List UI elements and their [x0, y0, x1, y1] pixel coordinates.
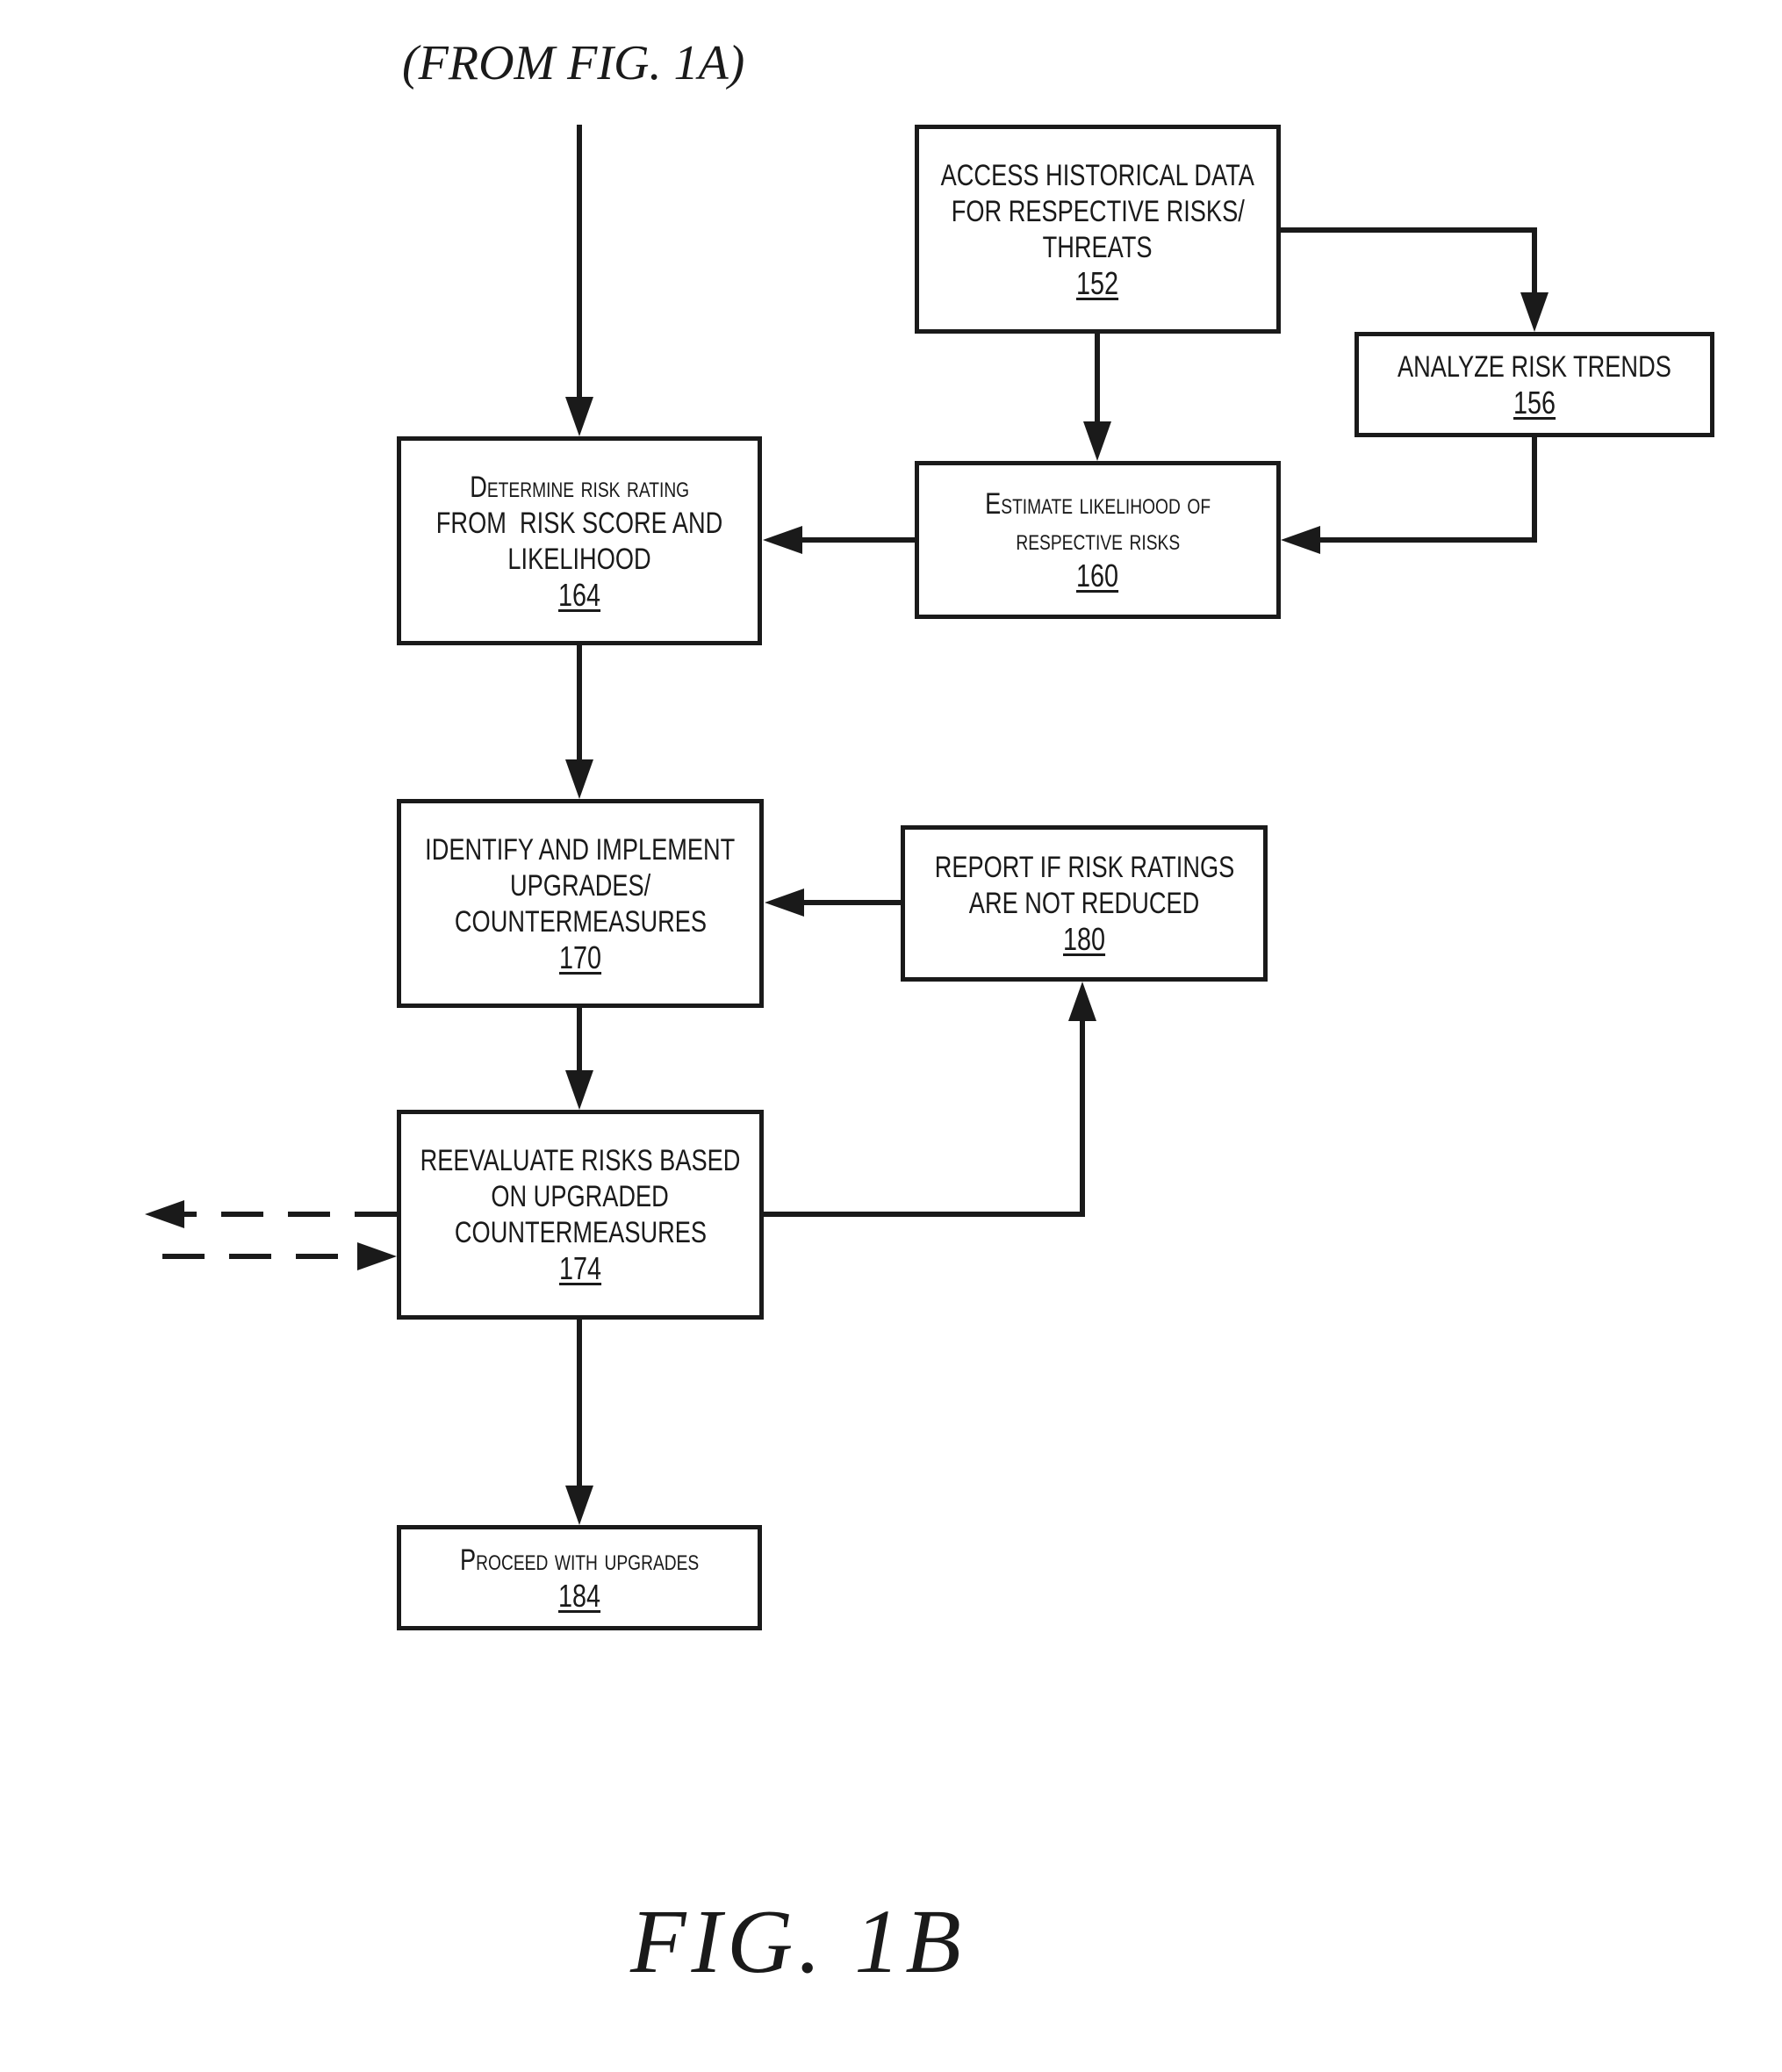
- arrowhead-into-170: [565, 759, 593, 799]
- step-text: IDENTIFY AND IMPLEMENT: [425, 832, 736, 867]
- arrowhead-into-170-from-180: [765, 889, 804, 917]
- step-text: THREATS: [1043, 230, 1153, 264]
- step-152-access-historical-data: ACCESS HISTORICAL DATA FOR RESPECTIVE RI…: [915, 125, 1281, 334]
- step-text: FOR RESPECTIVE RISKS/: [951, 194, 1245, 228]
- step-180-report-risk-ratings: REPORT IF RISK RATINGS ARE NOT REDUCED 1…: [901, 825, 1268, 982]
- step-text: ANALYZE RISK TRENDS: [1398, 349, 1671, 384]
- step-text: Estimate likelihood of: [985, 487, 1211, 521]
- step-156-analyze-risk-trends: ANALYZE RISK TRENDS 156: [1354, 332, 1714, 437]
- arrowhead-into-156: [1520, 292, 1548, 332]
- step-ref-number: 170: [558, 939, 602, 975]
- arrow-156-to-160: [1320, 437, 1537, 543]
- arrowhead-into-174: [565, 1070, 593, 1110]
- step-text: REPORT IF RISK RATINGS: [934, 851, 1234, 884]
- step-170-identify-implement-upgrades: IDENTIFY AND IMPLEMENT UPGRADES/ COUNTER…: [397, 799, 764, 1008]
- arrowhead-into-160: [1083, 421, 1111, 461]
- step-160-estimate-likelihood: Estimate likelihood of respective risks …: [915, 461, 1281, 619]
- arrowhead-dashed-out: [145, 1200, 184, 1228]
- arrowhead-into-180: [1068, 982, 1096, 1021]
- step-text: REEVALUATE RISKS BASED: [420, 1144, 741, 1177]
- step-174-reevaluate-risks: REEVALUATE RISKS BASED ON UPGRADED COUNT…: [397, 1110, 764, 1320]
- step-text: COUNTERMEASURES: [454, 904, 707, 939]
- step-text: ARE NOT REDUCED: [968, 887, 1200, 920]
- step-text: from risk score and: [435, 506, 723, 540]
- step-ref-number: 184: [557, 1577, 601, 1614]
- step-text: ON UPGRADED: [491, 1180, 670, 1213]
- step-text: respective risks: [1016, 523, 1180, 557]
- step-ref-number: 174: [558, 1250, 602, 1286]
- step-text: COUNTERMEASURES: [454, 1216, 707, 1249]
- step-text: Determine risk rating: [470, 470, 689, 504]
- step-text: likelihood: [507, 542, 651, 576]
- arrow-174-to-180: [764, 1021, 1085, 1217]
- step-text: UPGRADES/: [509, 868, 651, 903]
- step-184-proceed-with-upgrades: Proceed with upgrades 184: [397, 1525, 762, 1630]
- figure-title: FIG. 1B: [630, 1891, 966, 1992]
- arrowhead-into-164-from-160: [763, 526, 802, 554]
- arrowhead-into-160-from-156: [1281, 526, 1320, 554]
- step-text: ACCESS HISTORICAL DATA: [940, 158, 1255, 192]
- arrowhead-into-184: [565, 1486, 593, 1525]
- from-fig-1a-label: (FROM FIG. 1A): [402, 36, 745, 90]
- step-ref-number: 180: [1062, 921, 1106, 957]
- step-ref-number: 160: [1076, 558, 1119, 594]
- arrowhead-dashed-in: [357, 1242, 397, 1270]
- flowchart-connectors: [145, 125, 1548, 1525]
- step-164-determine-risk-rating: Determine risk rating from risk score an…: [397, 436, 762, 645]
- step-ref-number: 164: [557, 576, 601, 613]
- step-ref-number: 156: [1513, 384, 1556, 421]
- step-text: Proceed with upgrades: [459, 1543, 700, 1577]
- step-ref-number: 152: [1076, 264, 1119, 301]
- arrowhead-into-164: [565, 397, 593, 436]
- arrow-152-to-156: [1281, 227, 1537, 292]
